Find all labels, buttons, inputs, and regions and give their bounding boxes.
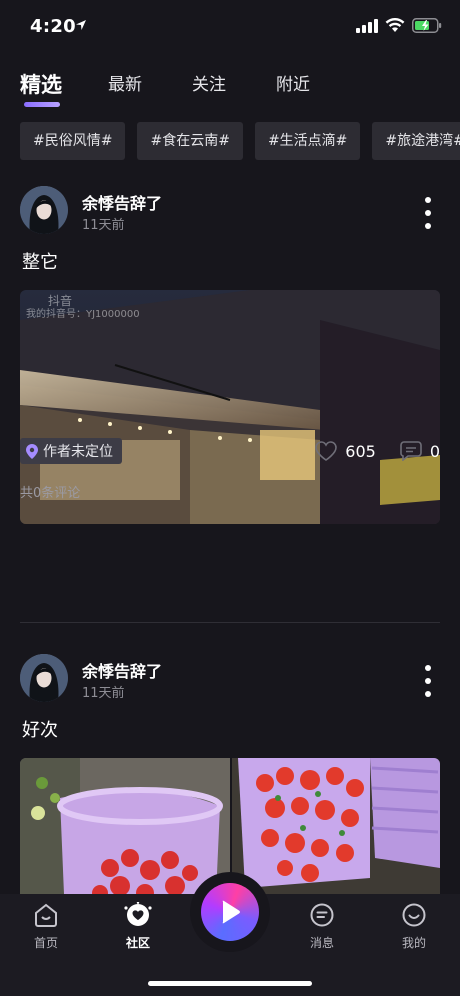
avatar-image	[20, 186, 68, 234]
comments-summary[interactable]: 共0条评论	[20, 482, 80, 501]
nav-label: 首页	[33, 936, 58, 950]
post-time: 11天前	[82, 686, 125, 701]
topic-chip[interactable]: #食在云南#	[137, 122, 243, 160]
nav-label: 我的	[401, 936, 426, 950]
battery-charging-icon	[412, 18, 442, 33]
nav-community[interactable]: 社区	[108, 902, 168, 951]
create-button[interactable]	[190, 872, 270, 952]
wifi-icon	[385, 18, 405, 32]
community-icon	[124, 902, 152, 926]
active-tab-indicator	[24, 102, 60, 107]
nav-profile[interactable]: 我的	[384, 902, 444, 951]
like-count: 605	[345, 441, 376, 461]
topic-chip[interactable]: #生活点滴#	[254, 122, 361, 160]
home-icon	[35, 903, 57, 927]
status-time: 4:20	[30, 16, 76, 37]
location-label: 作者未定位	[43, 444, 113, 460]
comment-count: 0	[429, 441, 440, 461]
location-pin-icon	[26, 443, 38, 459]
video-thumbnail	[20, 290, 440, 524]
profile-icon	[402, 903, 426, 927]
avatar[interactable]	[20, 186, 68, 234]
avatar[interactable]	[20, 654, 68, 702]
topic-chip[interactable]: #民俗风情#	[20, 122, 126, 160]
comment-icon[interactable]	[400, 441, 422, 461]
location-arrow-icon	[76, 20, 86, 30]
post-video[interactable]: 抖音 我的抖音号：YJ1000000	[20, 290, 440, 524]
tab-following[interactable]: 关注	[192, 70, 226, 100]
create-button-inner	[201, 883, 259, 941]
post-card: 余悸告辞了 11天前 整它 抖音 我的抖音号：YJ1000000 作者未定位 6…	[20, 186, 440, 623]
like-icon[interactable]	[315, 441, 338, 461]
message-icon	[310, 903, 334, 927]
post-caption: 整它	[22, 252, 58, 273]
nav-label: 消息	[309, 936, 334, 950]
post-divider	[20, 622, 440, 623]
post-caption: 好次	[22, 720, 58, 741]
nav-label: 社区	[125, 936, 150, 950]
author-name[interactable]: 余悸告辞了	[82, 190, 162, 214]
post-stats: 605 0	[315, 438, 440, 464]
tab-featured[interactable]: 精选	[20, 70, 62, 107]
avatar-image	[20, 654, 68, 702]
home-indicator	[148, 981, 312, 986]
bottom-nav: 首页 社区 消息 我的	[0, 872, 460, 996]
signal-icon	[356, 18, 378, 33]
feed-tabs: 精选 最新 关注 附近	[20, 60, 360, 107]
post-time: 11天前	[82, 218, 125, 233]
play-icon	[222, 900, 240, 924]
more-options-icon[interactable]	[424, 196, 432, 230]
watermark-id: 我的抖音号：YJ1000000	[26, 309, 140, 320]
status-bar: 4:20	[0, 0, 460, 52]
nav-messages[interactable]: 消息	[292, 902, 352, 951]
watermark: 抖音 我的抖音号：YJ1000000	[26, 294, 140, 322]
location-badge[interactable]: 作者未定位	[20, 438, 122, 464]
tab-nearby[interactable]: 附近	[276, 70, 310, 100]
more-options-icon[interactable]	[424, 664, 432, 698]
topic-chips: #民俗风情# #食在云南# #生活点滴# #旅途港湾#	[20, 122, 460, 160]
nav-home[interactable]: 首页	[16, 902, 76, 951]
topic-chip[interactable]: #旅途港湾#	[372, 122, 460, 160]
tab-label: 精选	[20, 73, 62, 97]
author-name[interactable]: 余悸告辞了	[82, 658, 162, 682]
watermark-brand: 抖音	[48, 294, 73, 308]
tab-latest[interactable]: 最新	[108, 70, 142, 100]
